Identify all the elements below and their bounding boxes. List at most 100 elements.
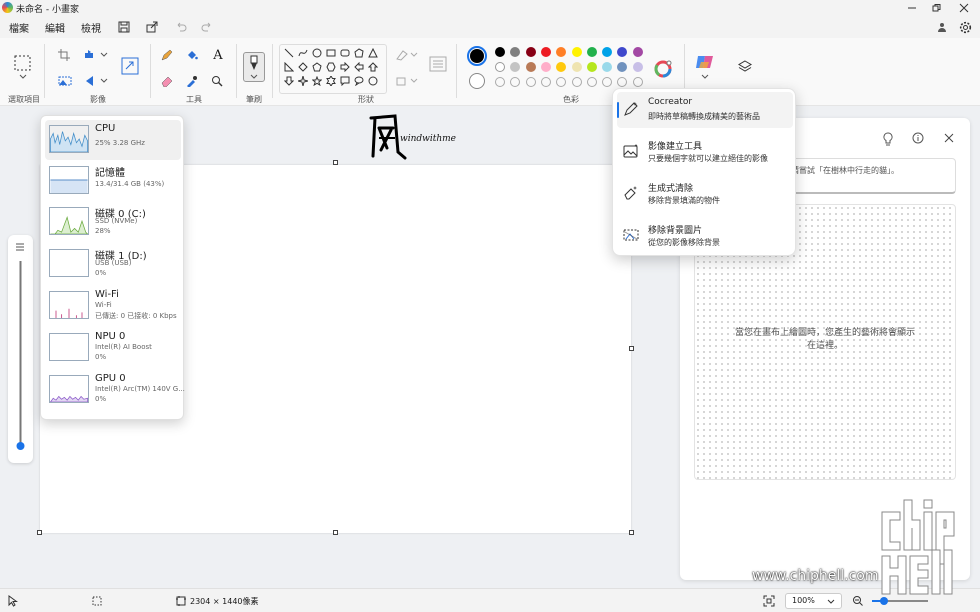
- custom-color-slot[interactable]: [540, 77, 551, 87]
- select-tool-button[interactable]: [12, 52, 34, 82]
- color-swatch[interactable]: [525, 62, 536, 72]
- shape-star6-button[interactable]: [325, 75, 337, 87]
- shape-rectangle-button[interactable]: [325, 47, 337, 59]
- shape-polygon-button[interactable]: [353, 47, 365, 59]
- color-swatch[interactable]: [571, 47, 582, 57]
- menu-view[interactable]: 檢視: [81, 20, 101, 35]
- color-swatch[interactable]: [632, 62, 643, 72]
- shape-down-arrow-button[interactable]: [283, 75, 295, 87]
- color-swatch[interactable]: [525, 47, 536, 57]
- share-button[interactable]: [144, 19, 160, 35]
- image-background-button[interactable]: [57, 74, 73, 88]
- close-window-button[interactable]: [952, 1, 976, 15]
- shape-callout-cloud-button[interactable]: [367, 75, 379, 87]
- color-swatch[interactable]: [556, 62, 567, 72]
- color-swatch[interactable]: [602, 62, 613, 72]
- eraser-button[interactable]: [160, 74, 174, 88]
- color-swatch[interactable]: [602, 47, 613, 57]
- tips-button[interactable]: [882, 132, 894, 146]
- menu-item-image-creator[interactable]: 影像建立工具 只要幾個字就可以建立絕佳的影像: [617, 134, 793, 170]
- shape-curve-button[interactable]: [297, 47, 309, 59]
- undo-button[interactable]: [173, 19, 189, 35]
- secondary-color-button[interactable]: [469, 73, 485, 89]
- resize-handle-bottom[interactable]: [333, 530, 338, 535]
- outline-button[interactable]: [395, 48, 419, 62]
- custom-color-slot[interactable]: [617, 77, 628, 87]
- resize-handle-top[interactable]: [333, 160, 338, 165]
- color-swatch[interactable]: [586, 47, 597, 57]
- shape-oval-button[interactable]: [311, 47, 323, 59]
- fill-button[interactable]: [185, 48, 199, 62]
- settings-button[interactable]: [957, 19, 973, 35]
- shape-star4-button[interactable]: [297, 75, 309, 87]
- custom-color-slot[interactable]: [571, 77, 582, 87]
- zoom-out-button[interactable]: [852, 595, 864, 607]
- magnifier-button[interactable]: [210, 74, 224, 88]
- color-swatch[interactable]: [510, 62, 521, 72]
- shape-diamond-button[interactable]: [297, 61, 309, 73]
- shape-callout-oval-button[interactable]: [353, 75, 365, 87]
- shape-rounded-rect-button[interactable]: [339, 47, 351, 59]
- color-swatch[interactable]: [586, 62, 597, 72]
- brush-size-slider[interactable]: [8, 235, 33, 463]
- perf-row-cpu[interactable]: CPU 25% 3.28 GHz: [45, 120, 181, 160]
- layers-button[interactable]: [736, 58, 754, 76]
- shape-left-arrow-button[interactable]: [353, 61, 365, 73]
- color-swatch[interactable]: [556, 47, 567, 57]
- minimize-button[interactable]: [900, 1, 924, 15]
- perf-row-wifi[interactable]: Wi-Fi Wi-Fi 已傳送: 0 已接收: 0 Kbps: [45, 286, 181, 326]
- color-swatch[interactable]: [617, 47, 628, 57]
- crop-button[interactable]: [57, 48, 71, 62]
- shape-star5-button[interactable]: [311, 75, 323, 87]
- shape-right-triangle-button[interactable]: [283, 61, 295, 73]
- flip-button[interactable]: [84, 74, 108, 88]
- custom-color-slot[interactable]: [586, 77, 597, 87]
- menu-edit[interactable]: 編輯: [45, 20, 65, 35]
- menu-item-generative-erase[interactable]: 生成式清除 移除背景填滿的物件: [617, 176, 793, 212]
- resize-handle-br[interactable]: [629, 530, 634, 535]
- primary-color-button[interactable]: [467, 46, 487, 66]
- shape-right-arrow-button[interactable]: [339, 61, 351, 73]
- shape-fill-button[interactable]: [395, 74, 419, 88]
- text-button[interactable]: A: [210, 47, 226, 63]
- shape-triangle-button[interactable]: [367, 47, 379, 59]
- color-swatch[interactable]: [495, 62, 505, 72]
- brush-button[interactable]: [243, 52, 265, 82]
- redo-button[interactable]: [199, 19, 215, 35]
- close-panel-button[interactable]: [944, 133, 954, 143]
- copilot-button[interactable]: [694, 52, 716, 82]
- color-swatch[interactable]: [571, 62, 582, 72]
- resize-handle-right[interactable]: [629, 346, 634, 351]
- custom-color-slot[interactable]: [495, 77, 505, 87]
- color-swatch[interactable]: [540, 47, 551, 57]
- shape-callout-rect-button[interactable]: [339, 75, 351, 87]
- shape-up-arrow-button[interactable]: [367, 61, 379, 73]
- shape-hexagon-button[interactable]: [325, 61, 337, 73]
- custom-color-slot[interactable]: [632, 77, 643, 87]
- save-button[interactable]: [116, 19, 132, 35]
- perf-row-disk1[interactable]: 磁碟 1 (D:) USB (USB) 0%: [45, 244, 181, 284]
- rotate-button[interactable]: [84, 48, 108, 62]
- resize-handle-bl[interactable]: [37, 530, 42, 535]
- menu-item-cocreator[interactable]: Cocreator 即時將草稿轉換成精美的藝術品: [617, 92, 793, 128]
- custom-color-slot[interactable]: [510, 77, 521, 87]
- custom-color-slot[interactable]: [525, 77, 536, 87]
- shape-size-button[interactable]: [428, 54, 448, 74]
- color-swatch[interactable]: [617, 62, 628, 72]
- info-button[interactable]: [912, 132, 924, 144]
- resize-button[interactable]: [120, 56, 140, 76]
- menu-file[interactable]: 檔案: [9, 20, 29, 35]
- color-swatch[interactable]: [495, 47, 505, 57]
- pencil-button[interactable]: [160, 48, 174, 62]
- shape-line-button[interactable]: [283, 47, 295, 59]
- perf-row-memory[interactable]: 記憶體 13.4/31.4 GB (43%): [45, 161, 181, 201]
- color-picker-button[interactable]: [185, 74, 199, 88]
- color-swatch[interactable]: [632, 47, 643, 57]
- fit-to-window-button[interactable]: [763, 595, 775, 607]
- perf-row-gpu[interactable]: GPU 0 Intel(R) Arc(TM) 140V G... 0%: [45, 370, 185, 410]
- menu-item-remove-background[interactable]: 移除背景圖片 從您的影像移除背景: [617, 218, 793, 254]
- zoom-level-select[interactable]: 100%: [785, 593, 842, 609]
- color-swatch[interactable]: [510, 47, 521, 57]
- custom-color-slot[interactable]: [556, 77, 567, 87]
- account-button[interactable]: [934, 19, 950, 35]
